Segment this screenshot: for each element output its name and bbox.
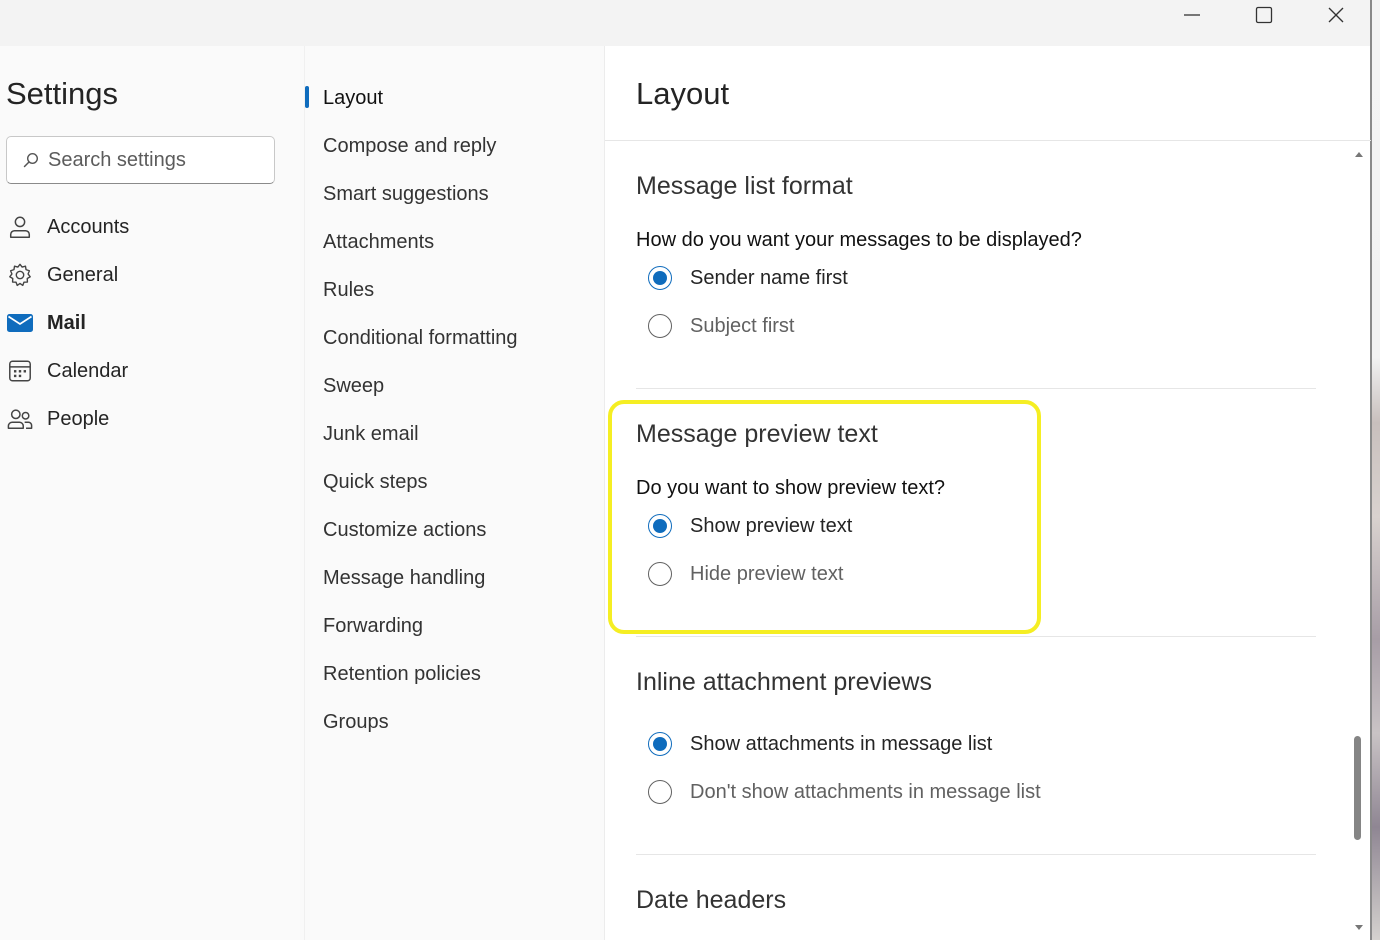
calendar-icon — [6, 357, 34, 385]
radio-label: Subject first — [690, 314, 795, 337]
minimize-button[interactable] — [1156, 0, 1228, 30]
nav-item-label: Accounts — [47, 215, 130, 238]
nav-item-mail[interactable]: Mail — [6, 303, 296, 343]
title-bar — [0, 0, 1370, 46]
mail-icon — [6, 309, 34, 337]
question-message-display: How do you want your messages to be disp… — [636, 229, 1082, 251]
radio-hide-preview-text[interactable]: Hide preview text — [648, 556, 843, 592]
nav-item-accounts[interactable]: Accounts — [6, 207, 296, 247]
close-icon — [1328, 7, 1344, 23]
radio-button-selected[interactable] — [648, 266, 672, 290]
section-title-inline-attachment-previews: Inline attachment previews — [636, 668, 932, 696]
radio-subject-first[interactable]: Subject first — [648, 308, 794, 344]
nav-item-people[interactable]: People — [6, 399, 296, 439]
subnav-retention-policies[interactable]: Retention policies — [323, 654, 593, 694]
settings-title: Settings — [6, 76, 119, 111]
subnav-layout[interactable]: Layout — [323, 78, 593, 118]
radio-label: Show attachments in message list — [690, 732, 993, 755]
section-title-date-headers: Date headers — [636, 886, 787, 914]
subnav-junk-email[interactable]: Junk email — [323, 414, 593, 454]
scroll-down-arrow-icon[interactable] — [1353, 922, 1365, 932]
close-button[interactable] — [1300, 0, 1372, 30]
active-indicator — [305, 86, 309, 108]
minimize-icon — [1184, 14, 1200, 16]
settings-content: Layout Message list format How do you wa… — [604, 46, 1371, 940]
section-title-message-list-format: Message list format — [636, 172, 853, 200]
header-divider — [605, 140, 1371, 141]
subnav-groups[interactable]: Groups — [323, 702, 593, 742]
section-divider — [636, 388, 1316, 389]
subnav-rules[interactable]: Rules — [323, 270, 593, 310]
radio-show-preview-text[interactable]: Show preview text — [648, 508, 852, 544]
radio-label: Don't show attachments in message list — [690, 780, 1041, 803]
question-show-preview: Do you want to show preview text? — [636, 477, 946, 499]
subnav-quick-steps[interactable]: Quick steps — [323, 462, 593, 502]
radio-label: Sender name first — [690, 266, 848, 289]
gear-icon — [6, 261, 34, 289]
subnav-compose-and-reply[interactable]: Compose and reply — [323, 126, 593, 166]
radio-dont-show-attachments[interactable]: Don't show attachments in message list — [648, 774, 1041, 810]
subnav-conditional-formatting[interactable]: Conditional formatting — [323, 318, 593, 358]
search-input[interactable] — [48, 148, 263, 172]
section-divider — [636, 854, 1316, 855]
desktop-background — [1370, 0, 1380, 940]
radio-sender-name-first[interactable]: Sender name first — [648, 260, 848, 296]
maximize-icon — [1255, 6, 1273, 24]
scrollbar-thumb[interactable] — [1354, 736, 1361, 840]
nav-item-label: Mail — [47, 311, 86, 334]
search-icon — [23, 152, 39, 168]
scroll-up-arrow-icon[interactable] — [1353, 150, 1365, 160]
radio-button[interactable] — [648, 780, 672, 804]
section-title-message-preview-text: Message preview text — [636, 420, 878, 448]
search-box[interactable] — [6, 136, 275, 184]
subnav-customize-actions[interactable]: Customize actions — [323, 510, 593, 550]
subnav-attachments[interactable]: Attachments — [323, 222, 593, 262]
nav-item-label: Calendar — [47, 359, 129, 382]
maximize-button[interactable] — [1228, 0, 1300, 30]
subnav-message-handling[interactable]: Message handling — [323, 558, 593, 598]
people-icon — [6, 405, 34, 433]
settings-sidebar: Settings Accounts General Mail Calendar — [0, 46, 304, 940]
radio-show-attachments[interactable]: Show attachments in message list — [648, 726, 992, 762]
radio-button[interactable] — [648, 314, 672, 338]
subnav-sweep[interactable]: Sweep — [323, 366, 593, 406]
mail-settings-nav: Layout Compose and reply Smart suggestio… — [304, 46, 604, 940]
subnav-forwarding[interactable]: Forwarding — [323, 606, 593, 646]
nav-item-label: General — [47, 263, 119, 286]
subnav-smart-suggestions[interactable]: Smart suggestions — [323, 174, 593, 214]
section-divider — [636, 636, 1316, 637]
nav-item-calendar[interactable]: Calendar — [6, 351, 296, 391]
radio-label: Hide preview text — [690, 562, 844, 585]
person-icon — [6, 213, 34, 241]
nav-item-label: People — [47, 407, 110, 430]
page-title: Layout — [636, 76, 730, 111]
nav-item-general[interactable]: General — [6, 255, 296, 295]
radio-button-selected[interactable] — [648, 732, 672, 756]
radio-button-selected[interactable] — [648, 514, 672, 538]
radio-label: Show preview text — [690, 514, 853, 537]
radio-button[interactable] — [648, 562, 672, 586]
